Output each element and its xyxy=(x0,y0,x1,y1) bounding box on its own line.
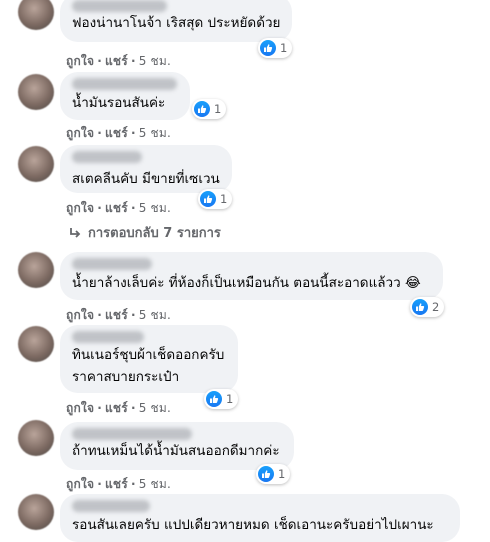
like-link[interactable]: ถูกใจ xyxy=(66,308,94,322)
thumbs-up-icon xyxy=(258,466,274,482)
reaction-number: 1 xyxy=(220,192,228,206)
view-replies-label: การตอบกลับ 7 รายการ xyxy=(88,226,221,241)
comment-text: น้ำยาล้างเล็บค่ะ ที่ห้องก็เป็นเหมือนกัน … xyxy=(72,275,421,291)
reaction-count[interactable]: 2 xyxy=(410,297,445,317)
comment-text: รอนสันเลยครับ แปปเดียวหายหมด เช็ดเอานะคร… xyxy=(72,517,434,533)
share-link[interactable]: แชร์ xyxy=(105,201,128,215)
timestamp[interactable]: 5 ชม. xyxy=(139,201,171,215)
author-name-redacted[interactable] xyxy=(72,0,167,12)
comment-actions: ถูกใจ · แชร์ · 5 ชม. xyxy=(66,308,172,322)
share-link[interactable]: แชร์ xyxy=(105,308,128,322)
comment-text: น้ำมันรอนสันค่ะ xyxy=(72,95,166,111)
author-name-redacted[interactable] xyxy=(72,331,144,343)
comment-bubble: ถ้าทนเหม็นได้น้ำมันสนออกดีมากค่ะ xyxy=(60,422,294,470)
reaction-number: 1 xyxy=(214,102,222,116)
reaction-number: 1 xyxy=(280,41,288,55)
comment-actions: ถูกใจ · แชร์ · 5 ชม. xyxy=(66,201,172,215)
comment-text: ทินเนอร์ชุบผ้าเช็ดออกครับ xyxy=(72,347,225,363)
comment-text-line-2: ราคาสบายกระเป๋า xyxy=(72,369,180,385)
reaction-number: 1 xyxy=(278,467,286,481)
comment-bubble: ทินเนอร์ชุบผ้าเช็ดออกครับ ราคาสบายกระเป๋… xyxy=(60,325,238,393)
avatar[interactable] xyxy=(18,0,54,30)
author-name-redacted[interactable] xyxy=(72,500,150,512)
comment-actions: ถูกใจ · แชร์ · 5 ชม. xyxy=(66,126,172,140)
thumbs-up-icon xyxy=(260,40,276,56)
like-link[interactable]: ถูกใจ xyxy=(66,477,94,491)
comment-bubble: สเตคลีนคับ มีขายที่เซเวน xyxy=(60,145,232,193)
avatar[interactable] xyxy=(18,420,54,456)
comment-actions: ถูกใจ · แชร์ · 5 ชม. xyxy=(66,54,172,68)
comment-bubble: น้ำมันรอนสันค่ะ xyxy=(60,72,190,120)
author-name-redacted[interactable] xyxy=(72,258,152,270)
comment-bubble: ฟองน่านาโนจ้า เริสสุด ประหยัดด้วย xyxy=(60,0,292,42)
reaction-count[interactable]: 1 xyxy=(192,99,227,119)
timestamp[interactable]: 5 ชม. xyxy=(139,477,171,491)
thumbs-up-icon xyxy=(206,391,222,407)
reaction-count[interactable]: 1 xyxy=(258,38,293,58)
avatar[interactable] xyxy=(18,74,54,110)
comment-text: ฟองน่านาโนจ้า เริสสุด ประหยัดด้วย xyxy=(72,15,281,31)
comment-text: สเตคลีนคับ มีขายที่เซเวน xyxy=(72,171,220,187)
view-replies-link[interactable]: การตอบกลับ 7 รายการ xyxy=(68,222,221,243)
avatar[interactable] xyxy=(18,326,54,362)
share-link[interactable]: แชร์ xyxy=(105,126,128,140)
author-name-redacted[interactable] xyxy=(72,78,177,90)
reaction-count[interactable]: 1 xyxy=(198,189,233,209)
comment-actions: ถูกใจ · แชร์ · 5 ชม. xyxy=(66,477,172,491)
reaction-number: 2 xyxy=(432,300,440,314)
timestamp[interactable]: 5 ชม. xyxy=(139,54,171,68)
avatar[interactable] xyxy=(18,252,54,288)
comment-bubble: น้ำยาล้างเล็บค่ะ ที่ห้องก็เป็นเหมือนกัน … xyxy=(60,252,443,300)
comment-actions: ถูกใจ · แชร์ · 5 ชม. xyxy=(66,401,172,415)
like-link[interactable]: ถูกใจ xyxy=(66,401,94,415)
avatar[interactable] xyxy=(18,146,54,182)
comment-text: ถ้าทนเหม็นได้น้ำมันสนออกดีมากค่ะ xyxy=(72,443,280,459)
like-link[interactable]: ถูกใจ xyxy=(66,126,94,140)
timestamp[interactable]: 5 ชม. xyxy=(139,308,171,322)
reply-arrow-icon xyxy=(70,227,81,238)
thumbs-up-icon xyxy=(412,299,428,315)
like-link[interactable]: ถูกใจ xyxy=(66,201,94,215)
thumbs-up-icon xyxy=(200,191,216,207)
share-link[interactable]: แชร์ xyxy=(105,477,128,491)
author-name-redacted[interactable] xyxy=(72,151,142,163)
reaction-count[interactable]: 1 xyxy=(256,464,291,484)
reaction-count[interactable]: 1 xyxy=(204,389,239,409)
thumbs-up-icon xyxy=(194,101,210,117)
avatar[interactable] xyxy=(18,494,54,530)
timestamp[interactable]: 5 ชม. xyxy=(139,401,171,415)
like-link[interactable]: ถูกใจ xyxy=(66,54,94,68)
reaction-number: 1 xyxy=(226,392,234,406)
share-link[interactable]: แชร์ xyxy=(105,401,128,415)
author-name-redacted[interactable] xyxy=(72,428,192,440)
share-link[interactable]: แชร์ xyxy=(105,54,128,68)
timestamp[interactable]: 5 ชม. xyxy=(139,126,171,140)
